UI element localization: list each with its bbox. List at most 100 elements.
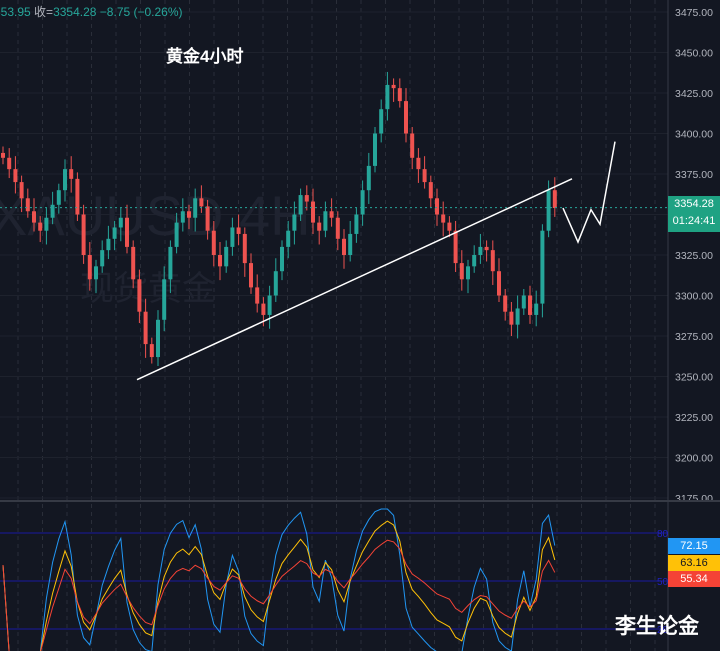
candle-body	[32, 211, 36, 223]
candle-body	[552, 190, 557, 209]
ohlc-header: 853.95 收=3354.28 −8.75 (−0.26%)	[0, 3, 183, 20]
candle-body	[360, 190, 365, 215]
candle-body	[317, 222, 322, 231]
rsi-tag-blue: 72.15	[668, 538, 720, 554]
y-tick-label: 3250.00	[675, 372, 713, 384]
candle-body	[497, 271, 501, 296]
candle-body	[1, 152, 5, 158]
change-value: −8.75 (−0.26%)	[99, 5, 183, 19]
brand-watermark: 李生论金	[615, 615, 699, 638]
candle-body	[292, 214, 297, 231]
candle-body	[441, 214, 446, 223]
candle-body	[87, 255, 92, 280]
candle-body	[19, 182, 24, 199]
candle-body	[75, 178, 80, 215]
rsi-level-label: 50	[657, 577, 669, 588]
candle-body	[261, 303, 266, 315]
candle-body	[466, 266, 470, 280]
last-price-tag: 3354.28 01:24:41	[668, 196, 720, 232]
candle-body	[428, 182, 433, 199]
candle-body	[199, 198, 204, 207]
candle-body	[435, 198, 439, 215]
candle-body	[354, 214, 359, 234]
candle-body	[416, 157, 421, 170]
candle-body	[453, 230, 458, 264]
candle-body	[13, 169, 18, 183]
candle-body	[484, 246, 489, 251]
y-tick-label: 3400.00	[675, 129, 713, 141]
candle-body	[478, 246, 483, 255]
candle-body	[63, 169, 67, 191]
candle-body	[118, 217, 123, 228]
price-chart[interactable]: 3475.003450.003425.003400.003375.003350.…	[0, 0, 720, 651]
candle-body	[44, 217, 49, 231]
candle-body	[286, 230, 291, 247]
candle-body	[385, 84, 390, 110]
candle-body	[515, 308, 520, 325]
candle-body	[342, 238, 346, 255]
candle-body	[162, 279, 167, 320]
candle-body	[180, 211, 185, 223]
y-tick-label: 3275.00	[675, 331, 713, 343]
candle-body	[540, 230, 545, 304]
candle-body	[255, 287, 260, 304]
y-tick-label: 3175.00	[675, 493, 713, 505]
candle-body	[490, 250, 495, 272]
candle-body	[236, 227, 241, 234]
last-price: 3354.28	[674, 198, 714, 210]
y-tick-label: 3375.00	[675, 169, 713, 181]
candle-body	[187, 211, 191, 218]
candle-body	[143, 311, 148, 345]
candle-body	[168, 246, 173, 280]
candle-body	[156, 319, 160, 358]
candle-body	[131, 246, 136, 280]
candle-body	[112, 227, 117, 239]
candle-body	[546, 190, 551, 231]
candle-body	[100, 250, 105, 267]
candle-body	[267, 295, 272, 315]
y-tick-label: 3200.00	[675, 453, 713, 465]
y-tick-label: 3225.00	[675, 412, 713, 424]
candle-body	[366, 165, 371, 191]
candle-body	[211, 230, 216, 255]
candle-body	[335, 217, 340, 239]
candle-body	[304, 195, 309, 202]
y-tick-label: 3450.00	[675, 48, 713, 60]
rsi-tag-yellow: 63.16	[668, 555, 720, 571]
candle-body	[422, 169, 427, 183]
candle-body	[503, 295, 508, 312]
candle-body	[205, 206, 210, 231]
candle-body	[242, 233, 247, 264]
candle-body	[81, 214, 86, 255]
candle-body	[218, 255, 222, 267]
candle-body	[528, 295, 532, 315]
candle-body	[459, 263, 464, 280]
candle-body	[472, 255, 477, 267]
close-value: 3354.28	[53, 5, 97, 19]
candle-body	[50, 204, 55, 218]
y-tick-label: 3325.00	[675, 250, 713, 262]
candle-body	[311, 201, 315, 223]
candle-body	[125, 217, 129, 247]
y-tick-label: 3475.00	[675, 7, 713, 19]
close-label: 收=	[34, 5, 54, 19]
rsi-tag-red: 55.34	[668, 571, 720, 587]
candle-body	[329, 211, 334, 218]
candle-body	[25, 198, 30, 212]
candle-body	[224, 246, 229, 267]
rsi-line	[2, 520, 556, 651]
candle-body	[94, 266, 98, 280]
chart-title: 黄金4小时	[166, 47, 244, 66]
watermark-name: 现货黄金	[80, 270, 216, 308]
bar-countdown: 01:24:41	[672, 215, 716, 227]
candle-body	[280, 246, 284, 272]
candle-body	[397, 88, 402, 102]
candle-body	[410, 133, 415, 158]
projection-path	[562, 141, 616, 244]
candle-body	[69, 169, 74, 179]
candle-body	[534, 303, 539, 315]
candle-body	[149, 344, 154, 358]
candle-body	[106, 238, 111, 251]
candle-body	[521, 295, 526, 309]
rsi-level-label: 80	[657, 529, 669, 540]
